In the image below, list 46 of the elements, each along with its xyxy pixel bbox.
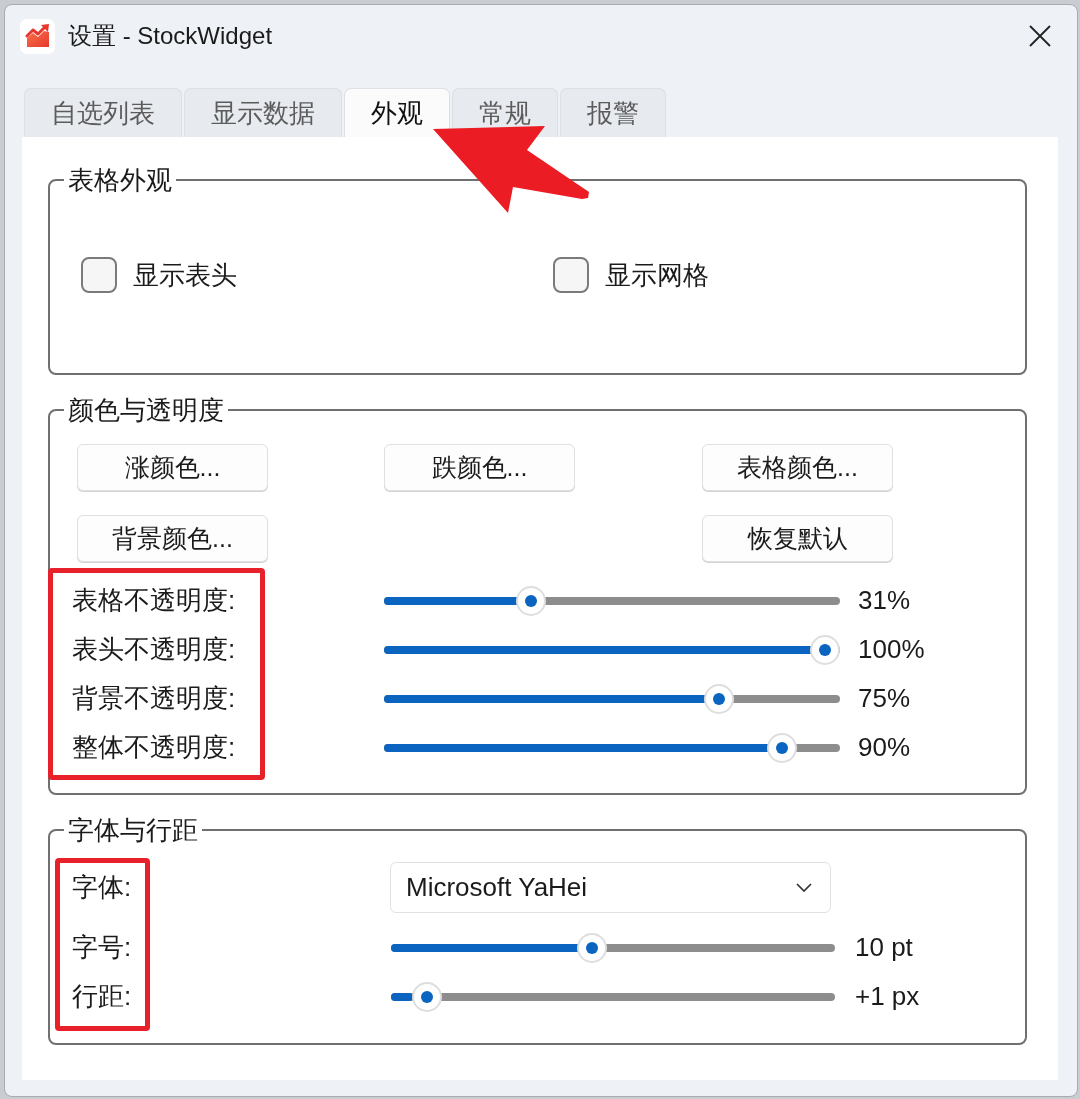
- slider-thumb[interactable]: [810, 634, 840, 665]
- slider-value: 31%: [858, 585, 911, 616]
- slider-track[interactable]: [384, 585, 840, 616]
- window-title: 设置 - StockWidget: [68, 21, 274, 51]
- tab[interactable]: 自选列表: [24, 88, 182, 137]
- setting-label: 表头不透明度:: [72, 633, 236, 666]
- slider-value: +1 px: [855, 981, 920, 1012]
- tab[interactable]: 外观: [344, 88, 450, 137]
- checkbox-label: 显示网格: [605, 258, 709, 292]
- color-button[interactable]: 跌颜色...: [384, 444, 575, 491]
- group-title: 字体与行距: [67, 814, 199, 847]
- color-button[interactable]: 涨颜色...: [77, 444, 268, 491]
- close-icon: [1029, 25, 1051, 47]
- slider-track[interactable]: [384, 683, 840, 714]
- setting-label: 字体:: [72, 871, 132, 904]
- checkbox[interactable]: [81, 257, 117, 293]
- setting-label: 字号:: [72, 931, 132, 964]
- tab[interactable]: 显示数据: [184, 88, 342, 137]
- setting-label: 背景不透明度:: [72, 682, 236, 715]
- slider-value: 75%: [858, 683, 911, 714]
- slider-track[interactable]: [384, 732, 840, 763]
- group-title: 颜色与透明度: [67, 394, 225, 427]
- chevron-down-icon: [796, 883, 812, 892]
- trend-chart-icon: [20, 18, 55, 54]
- setting-label: 整体不透明度:: [72, 731, 236, 764]
- slider-track[interactable]: [391, 932, 835, 963]
- setting-label: 行距:: [72, 980, 132, 1013]
- slider-thumb[interactable]: [577, 932, 608, 963]
- checkbox[interactable]: [553, 257, 589, 293]
- slider-thumb[interactable]: [411, 981, 442, 1012]
- checkbox-label: 显示表头: [133, 258, 237, 292]
- slider-value: 100%: [858, 634, 925, 665]
- color-button[interactable]: 背景颜色...: [77, 515, 268, 562]
- slider-thumb[interactable]: [767, 732, 798, 763]
- group-title: 表格外观: [67, 164, 173, 197]
- slider-value: 90%: [858, 732, 911, 763]
- tab[interactable]: 报警: [560, 88, 666, 137]
- slider-track[interactable]: [384, 634, 840, 665]
- slider-track[interactable]: [391, 981, 835, 1012]
- restore-defaults-button[interactable]: 恢复默认: [702, 515, 893, 562]
- slider-thumb[interactable]: [516, 585, 547, 616]
- slider-value: 10 pt: [855, 932, 913, 963]
- slider-thumb[interactable]: [703, 683, 734, 714]
- setting-label: 表格不透明度:: [72, 584, 236, 617]
- font-dropdown[interactable]: Microsoft YaHei: [390, 862, 831, 913]
- color-button[interactable]: 表格颜色...: [702, 444, 893, 491]
